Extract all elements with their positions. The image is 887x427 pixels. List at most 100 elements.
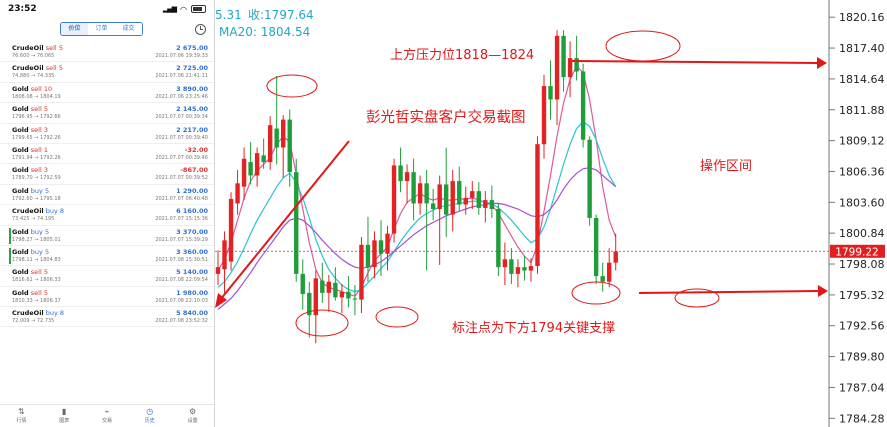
trade-lots: 8	[59, 309, 65, 318]
candle-body	[554, 35, 560, 100]
support-marker-ellipse-3	[571, 281, 621, 305]
trade-row[interactable]: Gold buy 5 3 370.00 1798.27 → 1805.01 2021.…	[0, 226, 214, 246]
candle-body	[607, 262, 612, 282]
nav-item[interactable]: ▮ 图表	[59, 408, 69, 425]
trade-profit: 2 675.00	[176, 44, 208, 52]
trade-row[interactable]: CrudeOil buy 8 6 160.00 73.425 → 74.195 202…	[0, 205, 214, 226]
trade-time: 2021.07.08 22:09:54	[155, 277, 208, 284]
trade-side: sell	[30, 125, 42, 134]
tab-price[interactable]: 价位	[61, 23, 88, 35]
candle	[489, 185, 495, 218]
trade-lots: 5	[43, 105, 48, 114]
trade-side: sell	[45, 44, 57, 52]
watermark-label: 彭光哲实盘客户交易截图	[366, 108, 526, 126]
trade-time: 2021.07.06 19:39:33	[155, 53, 208, 59]
candle-body	[320, 280, 325, 293]
candle	[567, 41, 573, 98]
trade-row[interactable]: Gold sell 1 -32.00 1791.94 → 1792.26 2021.0…	[0, 144, 214, 165]
candle	[463, 186, 468, 215]
trade-profit: 2 145.00	[176, 105, 208, 114]
status-time: 23:52	[8, 4, 37, 14]
candle	[476, 182, 481, 215]
trade-row[interactable]: Gold sell 3 -867.00 1789.70 → 1792.59 2021.…	[0, 164, 214, 185]
trade-profit: 1 980.00	[176, 288, 208, 297]
trade-prices: 1816.61 → 1806.33	[12, 277, 61, 284]
trade-time: 2021.07.08 22:10:03	[155, 297, 208, 304]
trade-lots: 5	[44, 186, 50, 195]
candle-body	[483, 200, 488, 208]
candle-body	[496, 209, 501, 268]
trade-side: sell	[30, 288, 42, 297]
trade-lots: 5	[58, 64, 63, 73]
candle	[430, 188, 436, 221]
trade-row[interactable]: Gold buy 5 1 290.00 1792.60 → 1795.18 2021.…	[0, 185, 214, 206]
trade-row[interactable]: Gold sell 3 2 217.00 1799.65 → 1792.26 2021…	[0, 124, 214, 144]
trade-prices: 74.880 → 74.335	[12, 73, 55, 80]
trade-profit: 6 160.00	[176, 207, 208, 216]
support-marker-ellipse-2	[375, 306, 419, 328]
price-tick-label: 1789.80	[839, 351, 885, 364]
candle	[424, 169, 429, 271]
candle-body	[398, 165, 403, 182]
nav-item[interactable]: ⇅ 行情	[16, 408, 26, 425]
trade-symbol: Gold	[12, 125, 29, 134]
candle-body	[430, 203, 436, 210]
candle-body	[463, 197, 468, 205]
candle-body	[346, 291, 351, 299]
history-icon: ◷	[146, 407, 154, 416]
tab-deals[interactable]: 成交	[115, 23, 142, 35]
nav-item[interactable]: ◷ 历史	[144, 407, 155, 425]
trade-time: 2021.07.07 00:39:52	[155, 175, 208, 182]
trade-time: 2021.07.06 21:41:11	[155, 73, 208, 80]
trade-row[interactable]: CrudeOil sell 5 2 725.00 74.880 → 74.335 20…	[0, 62, 214, 83]
ma20-label: MA20: 1804.54	[219, 25, 310, 39]
candle-body	[391, 165, 397, 234]
trade-row[interactable]: Gold sell 5 1 980.00 1810.33 → 1806.37 2021…	[0, 287, 214, 308]
nav-label: 设置	[187, 418, 198, 424]
bottom-nav: ⇅ 行情 ▮ 图表 ⌁ 交易 ◷ 历史 ⚙ 设置	[0, 404, 214, 427]
clock-icon[interactable]	[195, 23, 206, 35]
nav-item[interactable]: ⚙ 设置	[187, 407, 198, 425]
candle	[300, 259, 305, 310]
trade-lots: 8	[59, 207, 65, 216]
trade-side: buy	[30, 227, 43, 236]
ma-short-line	[217, 64, 617, 297]
trade-side: sell	[30, 268, 42, 277]
candle	[587, 136, 592, 226]
trade-profit: 5 840.00	[176, 309, 208, 318]
candle-body	[502, 259, 508, 268]
candle	[613, 233, 618, 271]
price-tick-label: 1800.84	[839, 227, 885, 240]
candle-body	[300, 273, 305, 294]
candle	[294, 158, 299, 282]
trade-row[interactable]: CrudeOil buy 8 5 840.00 72.009 → 72.735 202…	[0, 307, 214, 328]
trade-row[interactable]: Gold sell 5 5 140.00 1816.61 → 1806.33 2021…	[0, 266, 214, 287]
trade-symbol: Gold	[12, 105, 29, 114]
settings-icon: ⚙	[188, 407, 197, 416]
trade-time: 2021.07.07 06:40:48	[155, 195, 208, 202]
trade-prices: 1792.60 → 1795.18	[12, 195, 61, 202]
candle-body	[444, 184, 449, 215]
trade-row[interactable]: Gold sell 10 3 890.00 1808.08 → 1804.19 202…	[0, 83, 214, 104]
tab-orders[interactable]: 订单	[88, 23, 115, 35]
resistance-arrow	[571, 60, 818, 64]
candle	[496, 203, 501, 277]
trade-prices: 1799.65 → 1792.26	[12, 134, 61, 141]
trade-symbol: CrudeOil	[12, 44, 44, 52]
candle-body	[437, 184, 442, 210]
candle	[404, 164, 410, 204]
status-icons: ▂▄▆ ◠	[163, 5, 206, 14]
candle	[346, 276, 351, 308]
trade-row[interactable]: Gold sell 5 2 145.00 1796.95 → 1792.66 2021…	[0, 103, 214, 124]
candle	[535, 136, 540, 274]
trade-row[interactable]: Gold buy 5 3 360.00 1798.11 → 1804.83 2021.…	[0, 246, 214, 267]
trade-symbol: Gold	[12, 166, 29, 175]
candle	[502, 242, 508, 286]
price-tick-label: 1784.28	[839, 412, 885, 425]
nav-label: 历史	[144, 418, 155, 424]
nav-item[interactable]: ⌁ 交易	[102, 408, 112, 425]
candle	[580, 63, 586, 148]
trade-row[interactable]: CrudeOil sell 5 2 675.00 76.600 → 76.065 20…	[0, 42, 214, 63]
candle	[398, 147, 403, 193]
trade-time: 2021.07.07 15:15:36	[155, 216, 208, 223]
